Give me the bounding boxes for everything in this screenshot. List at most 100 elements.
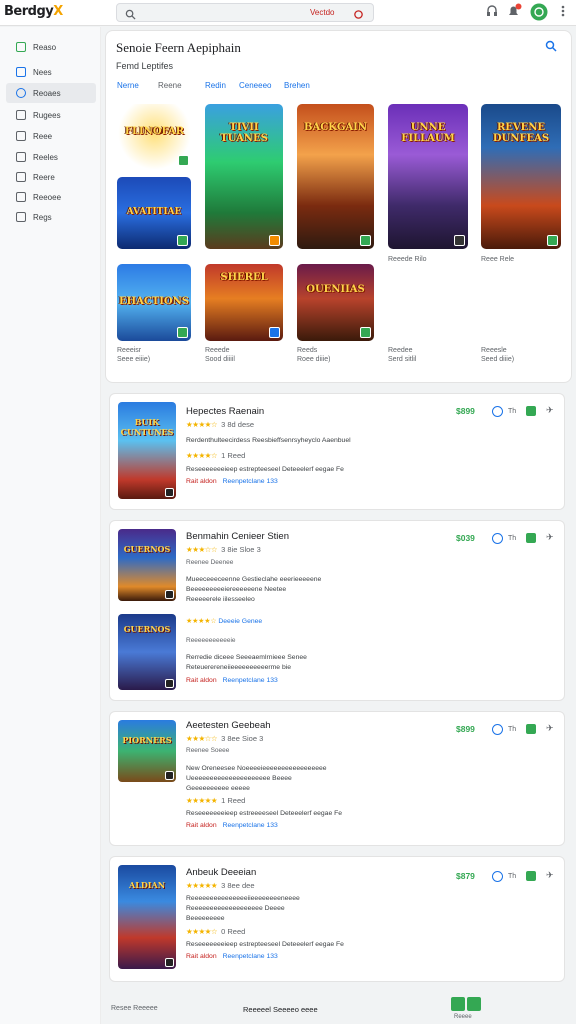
game-tile[interactable]: AVATITIAE	[117, 177, 191, 249]
game-tile[interactable]: SHEREL	[205, 264, 283, 341]
sidebar-item-9[interactable]: Regs	[6, 207, 96, 227]
featured-panel: Senoie Feern Aepiphain Femd Leptifes Ner…	[105, 30, 572, 383]
app-description: Beeeeeeeee	[186, 915, 225, 922]
footer-text: Reeeeel Seeeeo eeee	[243, 1005, 318, 1014]
app-card[interactable]: PIORNERS Aeetesten Geebeah ★★★☆☆ 3 8ee Si…	[109, 711, 565, 846]
payment-icon	[16, 192, 26, 202]
rating-stars: ★★★☆☆ 3 8ie Sloe 3	[186, 545, 261, 554]
game-tile[interactable]: FLINOFAR	[117, 104, 192, 169]
app-card[interactable]: GUERNOS GUERNOS Benmahin Cenieer Stien ★…	[109, 520, 565, 701]
play-badge-icon	[269, 235, 280, 246]
app-thumbnail[interactable]: GUERNOS	[118, 529, 176, 601]
play-badge-icon	[269, 327, 280, 338]
sidebar-item-6[interactable]: Reeles	[6, 147, 96, 167]
app-meta: Rait aldon Reenpetclane 133	[186, 822, 278, 829]
play-badge-icon	[165, 590, 174, 599]
sidebar-item-7[interactable]: Reere	[6, 167, 96, 187]
home-icon	[16, 42, 26, 52]
footer-button-label: Reeee	[454, 1014, 472, 1020]
play-badge-icon	[165, 771, 174, 780]
footer-action-button[interactable]	[451, 997, 481, 1011]
download-icon	[467, 997, 481, 1011]
app-thumbnail[interactable]: GUERNOS	[118, 614, 176, 690]
tab-4[interactable]: Ceneeeo	[239, 81, 271, 90]
app-title[interactable]: Hepectes Raenain	[186, 406, 264, 417]
app-description: Ueeeeeeeeeeeeeeeeeeeee Beeee	[186, 775, 292, 782]
app-thumbnail[interactable]: ALDIAN	[118, 865, 176, 969]
tab-1[interactable]: Nerne	[117, 81, 139, 90]
sidebar-item-4[interactable]: Rugees	[6, 105, 96, 125]
book-icon	[16, 131, 26, 141]
game-tile[interactable]: UNNE FILLAUM	[388, 104, 468, 249]
search-input[interactable]: Vectdo	[116, 3, 374, 22]
sidebar-item-8[interactable]: Reeoee	[6, 187, 96, 207]
code-label: Th	[508, 873, 517, 880]
app-description: Reeeeeeeeeeeeeeeiieeeeeeeeneeee	[186, 895, 300, 902]
share-icon[interactable]: ✈	[546, 870, 554, 881]
price-label: $039	[456, 533, 475, 543]
tile-caption: Reeds Roee diiie)	[297, 347, 331, 363]
sidebar-item-new[interactable]: Nees	[6, 62, 96, 82]
app-title[interactable]: Anbeuk Deeeian	[186, 867, 256, 878]
install-icon[interactable]	[526, 406, 536, 416]
tab-3[interactable]: Redin	[205, 81, 226, 90]
tile-caption: Reeesle Seed diiie)	[481, 347, 515, 363]
app-description: Reeeeerele iilesseeleo	[186, 596, 255, 603]
app-thumbnail[interactable]: PIORNERS	[118, 720, 176, 782]
featured-title: Senoie Feern Aepiphain	[116, 40, 241, 55]
mic-icon[interactable]	[353, 7, 364, 25]
install-icon[interactable]	[526, 533, 536, 543]
notification-bell-icon[interactable]	[506, 3, 522, 24]
app-meta: Rait aldon Reenpetclane 133	[186, 478, 278, 485]
tab-5[interactable]: Brehen	[284, 81, 310, 90]
search-query-text: Vectdo	[310, 8, 335, 17]
featured-subtitle: Femd Leptifes	[116, 61, 174, 71]
game-tile[interactable]: TIVII TUANES	[205, 104, 283, 249]
app-logo[interactable]: BerdgyX	[4, 4, 63, 19]
share-icon[interactable]: ✈	[546, 405, 554, 416]
app-meta: Rait aldon Reenpetclane 133	[186, 677, 278, 684]
share-icon[interactable]: ✈	[546, 532, 554, 543]
install-icon[interactable]	[526, 871, 536, 881]
more-menu-icon[interactable]	[560, 3, 566, 24]
sidebar-item-5[interactable]: Reee	[6, 126, 96, 146]
app-card[interactable]: ALDIAN Anbeuk Deeeian ★★★★★ 3 8ee dee Ree…	[109, 856, 565, 982]
info-icon[interactable]	[492, 533, 503, 544]
info-icon[interactable]	[492, 724, 503, 735]
code-label: Th	[508, 535, 517, 542]
tab-2[interactable]: Reene	[158, 81, 182, 90]
rating-stars: ★★★★☆ 0 Reed	[186, 927, 246, 936]
footer-link[interactable]: Resee Reeeee	[111, 1005, 158, 1012]
rating-subtitle: Reenee Deenee	[186, 559, 234, 566]
game-tile[interactable]: REVENE DUNFEAS	[481, 104, 561, 249]
tile-caption: Reee Rele	[481, 256, 515, 263]
game-tile[interactable]: OUENIIAS	[297, 264, 374, 341]
library-icon	[16, 172, 26, 182]
app-thumbnail[interactable]: BUIK CUNTUNES	[118, 402, 176, 499]
app-card[interactable]: BUIK CUNTUNES Hepectes Raenain ★★★★☆ 3 8d…	[109, 393, 565, 510]
install-icon[interactable]	[526, 724, 536, 734]
sidebar: Reaso Nees Reoaes Rugees Reee Reeles Ree…	[0, 27, 101, 1024]
info-icon[interactable]	[492, 406, 503, 417]
headset-icon[interactable]	[486, 3, 498, 24]
search-icon	[125, 7, 136, 25]
play-badge-icon	[165, 488, 174, 497]
app-description: Reeeeeeeeeeeeeeeeeee Deeee	[186, 905, 285, 912]
game-tile[interactable]: BACKGAIN	[297, 104, 374, 249]
app-description: Beeeeeeeeeiereeeeeene Neetee	[186, 586, 287, 593]
share-icon[interactable]: ✈	[546, 723, 554, 734]
app-description: Rerredie diceee Seeeaemlrnieee Senee	[186, 654, 307, 661]
sidebar-item-home[interactable]: Reaso	[6, 37, 96, 57]
app-title[interactable]: Aeetesten Geebeah	[186, 720, 271, 731]
new-icon	[16, 67, 26, 77]
info-icon[interactable]	[492, 871, 503, 882]
avatar[interactable]	[530, 3, 548, 26]
promo-label: ★★★★☆ Deeeie Genee	[186, 618, 263, 625]
game-tile[interactable]: EHACTIONS	[117, 264, 191, 341]
section-label: Reeeeeeeeeeeie	[186, 637, 236, 644]
search-icon[interactable]	[545, 39, 557, 57]
sidebar-item-active[interactable]: Reoaes	[6, 83, 96, 103]
app-title[interactable]: Benmahin Cenieer Stien	[186, 531, 289, 542]
code-label: Th	[508, 408, 517, 415]
play-badge-icon	[165, 679, 174, 688]
